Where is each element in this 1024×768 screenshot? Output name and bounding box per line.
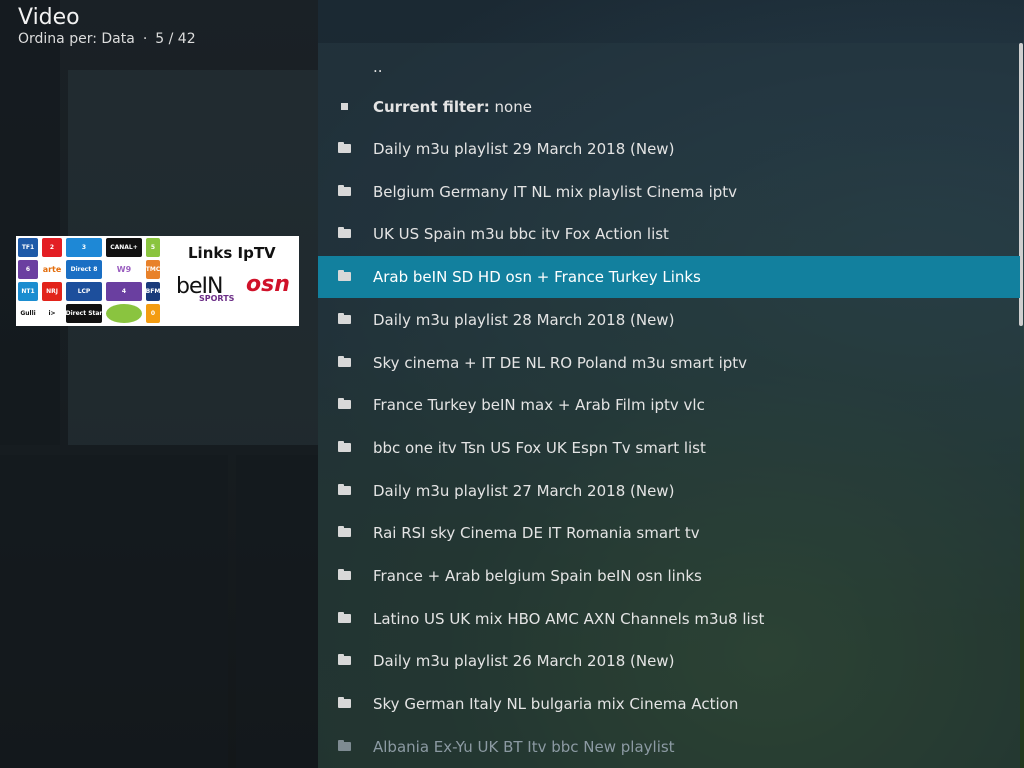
logo-lcp: LCP — [66, 282, 102, 301]
thumbnail-image: TF1 2 3 CANAL+ 5 6 arte Direct 8 W9 TMC … — [16, 236, 299, 326]
logo-m6: 6 — [18, 260, 38, 279]
list-item[interactable]: UK US Spain m3u bbc itv Fox Action list — [318, 213, 1020, 255]
list-item-label: UK US Spain m3u bbc itv Fox Action list — [373, 225, 669, 243]
logo-w9: W9 — [106, 260, 142, 279]
list-item-label: Sky cinema + IT DE NL RO Poland m3u smar… — [373, 354, 748, 372]
list-item-label: Current filter: none — [373, 98, 532, 116]
logo-tmc: TMC — [146, 260, 160, 279]
folder-icon — [338, 612, 352, 624]
list-item-current-filter[interactable]: Current filter: none — [318, 86, 1020, 128]
logo-nt1: NT1 — [18, 282, 38, 301]
list-item-label: .. — [373, 58, 383, 76]
header: Video Ordina per: Data · 5 / 42 — [18, 4, 196, 48]
list-item-label: Belgium Germany IT NL mix playlist Cinem… — [373, 183, 738, 201]
folder-icon — [338, 569, 352, 581]
thumbnail-title: Links IpTV — [188, 244, 276, 262]
list-item[interactable]: Daily m3u playlist 27 March 2018 (New) — [318, 470, 1020, 512]
list-item[interactable]: Rai RSI sky Cinema DE IT Romania smart t… — [318, 512, 1020, 554]
list-item[interactable]: Sky cinema + IT DE NL RO Poland m3u smar… — [318, 342, 1020, 384]
logo-green-circle — [106, 304, 142, 323]
folder-icon — [338, 697, 352, 709]
list-item[interactable]: Sky German Italy NL bulgaria mix Cinema … — [318, 683, 1020, 725]
logo-france3: 3 — [66, 238, 102, 257]
square-icon — [338, 102, 352, 112]
folder-icon — [338, 654, 352, 666]
list-item[interactable]: France + Arab belgium Spain beIN osn lin… — [318, 555, 1020, 597]
folder-icon — [338, 227, 352, 239]
logo-nrj: NRJ — [42, 282, 62, 301]
filter-value: none — [494, 98, 532, 116]
bg-tile — [0, 0, 60, 445]
filter-label: Current filter: — [373, 98, 490, 116]
blank-icon — [338, 62, 352, 72]
item-position: 5 / 42 — [155, 31, 196, 47]
list-item[interactable]: Daily m3u playlist 28 March 2018 (New) — [318, 299, 1020, 341]
list-item[interactable]: Daily m3u playlist 26 March 2018 (New) — [318, 640, 1020, 682]
list-item-label: Daily m3u playlist 29 March 2018 (New) — [373, 140, 675, 158]
list-item-label: Albania Ex-Yu UK BT Itv bbc New playlist — [373, 738, 675, 756]
folder-icon — [338, 484, 352, 496]
logo-france4: 4 — [106, 282, 142, 301]
list-item-label: Daily m3u playlist 28 March 2018 (New) — [373, 311, 675, 329]
bein-sports-label: SPORTS — [199, 294, 235, 303]
list-item[interactable]: Belgium Germany IT NL mix playlist Cinem… — [318, 171, 1020, 213]
list-item-label: Daily m3u playlist 26 March 2018 (New) — [373, 652, 675, 670]
list-item-label: France + Arab belgium Spain beIN osn lin… — [373, 567, 702, 585]
page-title: Video — [18, 5, 80, 30]
folder-icon — [338, 270, 352, 282]
sort-info: Ordina per: Data · 5 / 42 — [18, 30, 196, 48]
logo-canal-plus: CANAL+ — [106, 238, 142, 257]
logo-direct8: Direct 8 — [66, 260, 102, 279]
list-item[interactable]: Latino US UK mix HBO AMC AXN Channels m3… — [318, 598, 1020, 640]
list-item[interactable]: France Turkey beIN max + Arab Film iptv … — [318, 384, 1020, 426]
logo-tf1: TF1 — [18, 238, 38, 257]
list-item-label: Sky German Italy NL bulgaria mix Cinema … — [373, 695, 739, 713]
list-item-label: Rai RSI sky Cinema DE IT Romania smart t… — [373, 524, 700, 542]
bg-tile — [236, 455, 318, 768]
list-item[interactable]: Daily m3u playlist 29 March 2018 (New) — [318, 128, 1020, 170]
bg-tile — [0, 455, 228, 768]
list-item-parent[interactable]: .. — [318, 46, 1020, 88]
separator: · — [142, 31, 148, 47]
logo-play: i> — [42, 304, 62, 323]
folder-icon — [338, 142, 352, 154]
folder-icon — [338, 185, 352, 197]
logo-orange: 0 — [146, 304, 160, 323]
folder-icon — [338, 441, 352, 453]
sort-label[interactable]: Ordina per: Data — [18, 31, 135, 47]
list-item-label: bbc one itv Tsn US Fox UK Espn Tv smart … — [373, 439, 706, 457]
folder-icon — [338, 526, 352, 538]
folder-icon — [338, 740, 352, 752]
logo-gulli: Gulli — [18, 304, 38, 323]
folder-icon — [338, 398, 352, 410]
folder-icon — [338, 356, 352, 368]
logo-arte: arte — [42, 260, 62, 279]
list-item-label: Daily m3u playlist 27 March 2018 (New) — [373, 482, 675, 500]
list-item[interactable]: bbc one itv Tsn US Fox UK Espn Tv smart … — [318, 427, 1020, 469]
folder-icon — [338, 313, 352, 325]
channel-logos: TF1 2 3 CANAL+ 5 6 arte Direct 8 W9 TMC … — [18, 238, 160, 324]
logo-bfm: BFM — [146, 282, 160, 301]
logo-directstar: Direct Star — [66, 304, 102, 323]
list-item-label: France Turkey beIN max + Arab Film iptv … — [373, 396, 705, 414]
logo-france2: 2 — [42, 238, 62, 257]
list-item[interactable]: Albania Ex-Yu UK BT Itv bbc New playlist — [318, 726, 1020, 768]
list-item-label: Arab beIN SD HD osn + France Turkey Link… — [373, 268, 701, 286]
osn-logo: osn — [246, 272, 290, 297]
list-item[interactable]: Arab beIN SD HD osn + France Turkey Link… — [318, 256, 1020, 298]
list-item-label: Latino US UK mix HBO AMC AXN Channels m3… — [373, 610, 765, 628]
logo-france5: 5 — [146, 238, 160, 257]
